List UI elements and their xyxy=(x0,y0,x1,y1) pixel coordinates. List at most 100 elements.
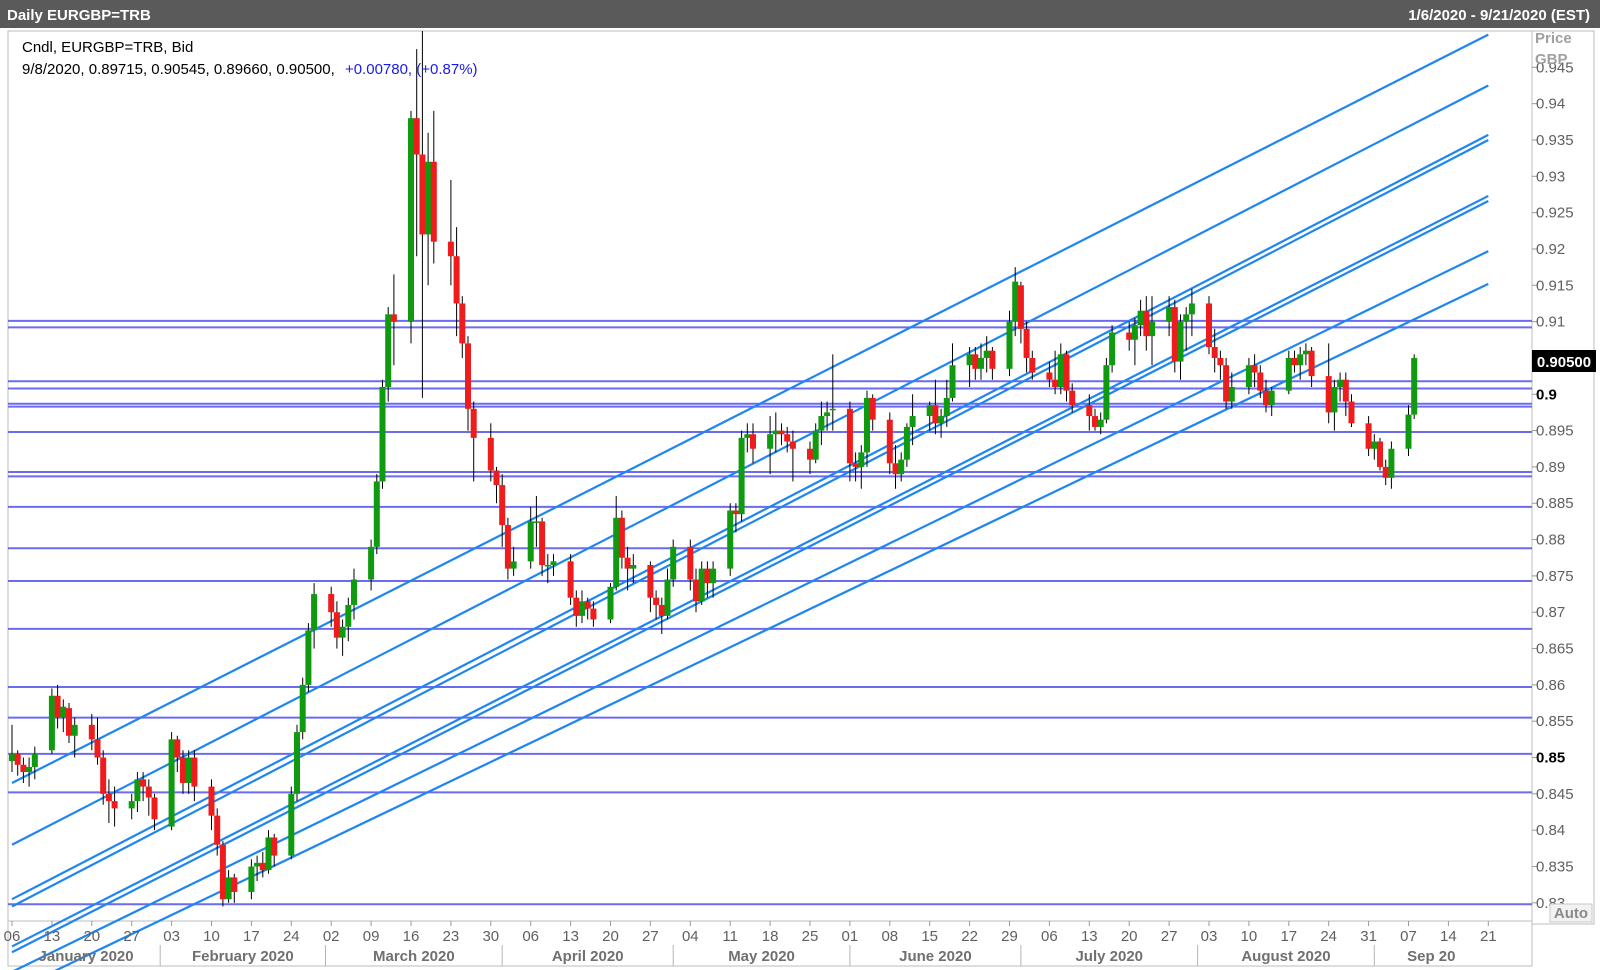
auto-scale-label: Auto xyxy=(1554,905,1588,922)
x-tick-label: 22 xyxy=(961,928,978,945)
candle-body xyxy=(105,793,112,802)
candle-body xyxy=(111,801,118,809)
candle-body xyxy=(1337,379,1344,387)
candle-body xyxy=(1183,314,1190,322)
candle-body xyxy=(829,408,836,411)
candle-body xyxy=(299,684,306,733)
candle-body xyxy=(1149,321,1155,337)
chart-canvas: Daily EURGBP=TRB 1/6/2020 - 9/21/2020 (E… xyxy=(0,0,1600,970)
candle-body xyxy=(134,779,141,802)
y-tick-label: 0.94 xyxy=(1536,96,1565,113)
candle-body xyxy=(1177,321,1184,362)
candle-body xyxy=(744,434,751,438)
candle-body xyxy=(1086,405,1093,417)
x-tick-label: 30 xyxy=(482,928,499,945)
candle xyxy=(288,786,295,860)
x-tick-label: 03 xyxy=(1201,928,1218,945)
legend-ohlc-values: 9/8/2020, 0.89715, 0.90545, 0.89660, 0.9… xyxy=(22,61,335,78)
candle-body xyxy=(824,412,831,417)
candle-body xyxy=(647,565,654,598)
candle xyxy=(738,430,745,522)
candle-body xyxy=(379,387,386,482)
candle-body xyxy=(818,416,825,431)
y-tick-label: 0.925 xyxy=(1536,205,1574,222)
x-tick-label: 11 xyxy=(722,928,738,945)
candle-body xyxy=(1097,419,1104,427)
candle xyxy=(1171,299,1178,373)
candle-body xyxy=(624,557,631,569)
x-tick-label: 27 xyxy=(123,928,140,945)
candle-body xyxy=(259,862,266,871)
candle-body xyxy=(812,430,819,460)
candle-body xyxy=(567,561,574,598)
y-tick-label: 0.92 xyxy=(1536,241,1565,258)
legend-line-2: 9/8/2020, 0.89715, 0.90545, 0.89660, 0.9… xyxy=(22,61,478,78)
month-label: June 2020 xyxy=(899,948,972,965)
y-tick-label: 0.91 xyxy=(1536,314,1565,331)
candle xyxy=(607,583,614,624)
candle-body xyxy=(368,546,375,580)
candle-body xyxy=(710,568,717,584)
candle-body xyxy=(128,801,135,809)
header-bar xyxy=(0,0,1600,28)
candle xyxy=(1103,357,1110,424)
x-tick-label: 10 xyxy=(203,928,220,945)
candle-body xyxy=(20,764,27,773)
candle xyxy=(408,110,414,344)
candle-body xyxy=(1302,350,1309,355)
candle-body xyxy=(544,565,551,567)
candle-body xyxy=(430,161,437,242)
candle-body xyxy=(1006,321,1013,369)
candle-body xyxy=(1377,441,1383,467)
x-tick-label: 02 xyxy=(323,928,340,945)
candle-body xyxy=(54,695,61,718)
candle-body xyxy=(88,724,95,740)
candle-body xyxy=(738,437,745,515)
candle-body xyxy=(1131,325,1138,340)
candle-body xyxy=(807,448,813,460)
candle-body xyxy=(265,837,272,871)
candle-body xyxy=(459,303,466,344)
candle-body xyxy=(732,510,739,515)
candle-body xyxy=(168,739,175,827)
candle-body xyxy=(208,786,215,816)
candle-body xyxy=(339,626,346,638)
candle-body xyxy=(1206,303,1212,348)
x-tick-label: 20 xyxy=(602,928,619,945)
candle-body xyxy=(1388,448,1395,478)
candle-body xyxy=(1171,307,1178,362)
candle-body xyxy=(1268,390,1275,406)
x-tick-label: 15 xyxy=(921,928,938,945)
candle-body xyxy=(938,416,945,424)
candle-body xyxy=(94,739,101,758)
y-tick-label: 0.85 xyxy=(1536,750,1565,767)
candle-body xyxy=(333,612,340,638)
x-tick-label: 17 xyxy=(243,928,260,945)
candle-body xyxy=(1308,350,1315,377)
candle-body xyxy=(778,430,785,435)
candle-body xyxy=(465,343,471,409)
candle-body xyxy=(1365,423,1372,449)
header-left-title: Daily EURGBP=TRB xyxy=(7,7,151,24)
candle-body xyxy=(1251,365,1258,373)
candle xyxy=(567,554,574,605)
candle-body xyxy=(527,521,534,562)
x-tick-label: 21 xyxy=(1480,928,1497,945)
candle-body xyxy=(140,779,147,787)
candle-body xyxy=(71,724,78,736)
candle-body xyxy=(413,118,420,155)
candle-body xyxy=(698,568,705,602)
candle-body xyxy=(1143,310,1150,337)
candle-body xyxy=(174,739,181,758)
candle-body xyxy=(1348,401,1355,424)
y-tick-label: 0.93 xyxy=(1536,168,1565,185)
candle xyxy=(1411,354,1418,419)
candle xyxy=(168,732,175,831)
y-tick-label: 0.865 xyxy=(1536,641,1574,658)
candle-body xyxy=(1257,372,1264,391)
x-tick-label: 27 xyxy=(1161,928,1178,945)
y-tick-label: 0.84 xyxy=(1536,822,1565,839)
candle-body xyxy=(1217,357,1224,366)
candle-body xyxy=(1057,354,1064,387)
y-tick-label: 0.86 xyxy=(1536,677,1565,694)
